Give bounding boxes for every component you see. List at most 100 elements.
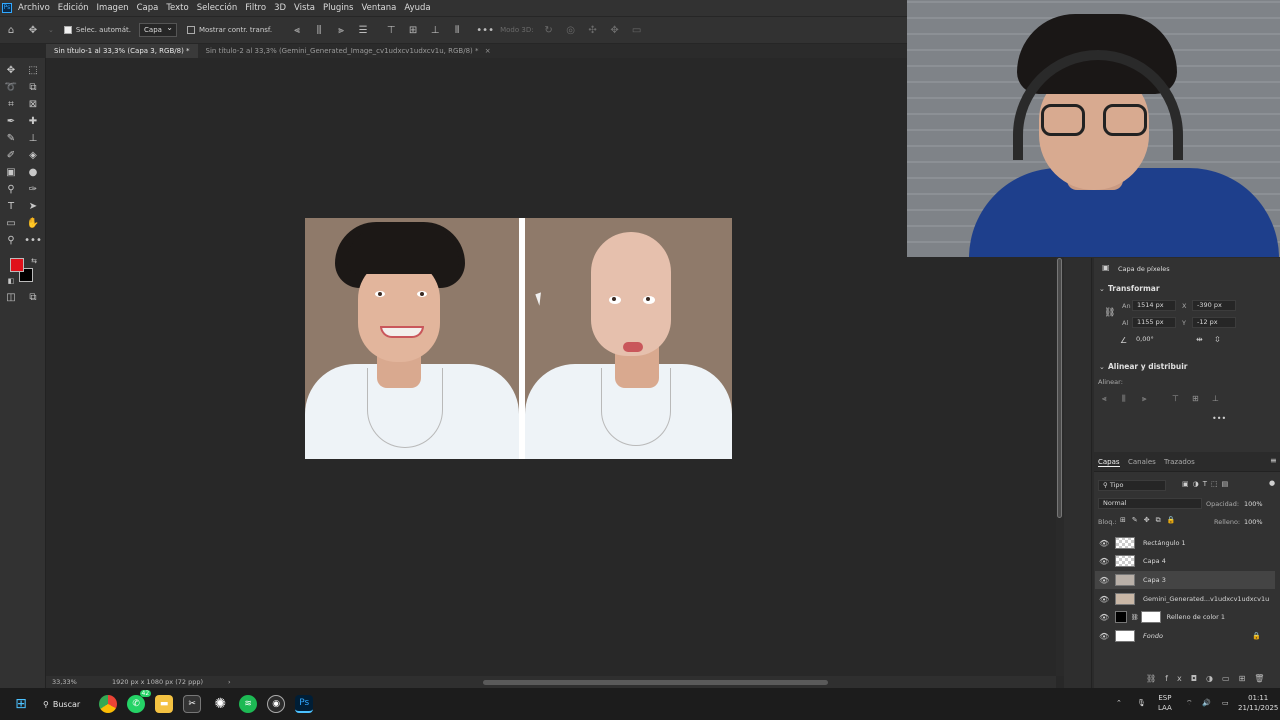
layer-row[interactable]: 👁 Capa 4 (1095, 552, 1275, 570)
brush-tool-icon[interactable]: ✎ (4, 131, 18, 145)
volume-icon[interactable]: 🔊 (1202, 698, 1211, 708)
layer-row[interactable]: 👁 Fondo 🔒 (1095, 627, 1275, 645)
type-tool-icon[interactable]: T (4, 199, 18, 213)
lock-icons[interactable]: ⊞✎✥⧉🔒 (1120, 516, 1181, 525)
flip-vertical-icon[interactable]: ⇳ (1214, 335, 1221, 344)
history-brush-tool-icon[interactable]: ✐ (4, 148, 18, 162)
menu-ventana[interactable]: Ventana (361, 3, 396, 13)
scale-3d-icon[interactable]: ▭ (630, 23, 644, 37)
collapse-chevron-icon[interactable]: ⌄ (1099, 285, 1105, 293)
spotify-icon[interactable]: ≋ (239, 695, 258, 713)
healing-brush-tool-icon[interactable]: ✚ (26, 114, 40, 128)
align-bottom-icon[interactable]: ⊥ (428, 23, 442, 37)
menu-texto[interactable]: Texto (166, 3, 188, 13)
visibility-eye-icon[interactable]: 👁 (1099, 539, 1109, 548)
windows-start-icon[interactable]: ⊞ (12, 695, 30, 713)
menu-3d[interactable]: 3D (274, 3, 286, 13)
clone-stamp-tool-icon[interactable]: ⊥ (26, 131, 40, 145)
tab-document-1[interactable]: Sin título-1 al 33,3% (Capa 3, RGB/8) * (46, 44, 198, 58)
tab-document-2[interactable]: Sin título-2 al 33,3% (Gemini_Generated_… (198, 44, 499, 58)
visibility-eye-icon[interactable]: 👁 (1099, 595, 1109, 604)
chrome-icon[interactable] (99, 695, 118, 713)
menu-vista[interactable]: Vista (294, 3, 315, 13)
close-icon[interactable]: × (485, 47, 491, 55)
move-tool-icon[interactable]: ✥ (4, 63, 18, 77)
menu-edicion[interactable]: Edición (58, 3, 89, 13)
layer-row-selected[interactable]: 👁 Capa 3 (1095, 571, 1275, 589)
pen-tool-icon[interactable]: ✑ (26, 182, 40, 196)
align-left-icon[interactable]: ⫷ (1102, 394, 1107, 404)
menu-filtro[interactable]: Filtro (245, 3, 266, 13)
photoshop-taskbar-icon[interactable]: Ps (295, 695, 314, 713)
orbit-3d-icon[interactable]: ↻ (542, 23, 556, 37)
tab-channels[interactable]: Canales (1128, 458, 1156, 466)
marquee-tool-icon[interactable]: ⬚ (26, 63, 40, 77)
visibility-eye-icon[interactable]: 👁 (1099, 632, 1109, 641)
language-indicator[interactable]: ESP LAA (1158, 693, 1172, 713)
foreground-color-swatch[interactable] (10, 258, 24, 272)
menu-seleccion[interactable]: Selección (197, 3, 238, 13)
menu-plugins[interactable]: Plugins (323, 3, 353, 13)
chrome-alt-icon[interactable]: ◉ (267, 695, 286, 713)
x-field[interactable]: -390 px (1192, 300, 1236, 311)
panel-menu-icon[interactable]: ≡ (1270, 456, 1277, 465)
layer-row[interactable]: 👁 ⛓ Relleno de color 1 (1095, 608, 1275, 626)
visibility-eye-icon[interactable]: 👁 (1099, 557, 1109, 566)
frame-tool-icon[interactable]: ⊠ (26, 97, 40, 111)
eraser-tool-icon[interactable]: ◈ (26, 148, 40, 162)
layer-actions-icons[interactable]: ⛓fx◘◑▭⊞🗑 (1146, 674, 1273, 683)
eyedropper-tool-icon[interactable]: ✒ (4, 114, 18, 128)
taskbar-search[interactable]: ⚲ Buscar (35, 693, 88, 715)
align-right-icon[interactable]: ⫸ (334, 23, 348, 37)
width-field[interactable]: 1514 px (1132, 300, 1176, 311)
opacity-value[interactable]: 100% (1244, 500, 1263, 508)
menu-ayuda[interactable]: Ayuda (404, 3, 430, 13)
pan-3d-icon[interactable]: ✣ (586, 23, 600, 37)
auto-select-checkbox[interactable] (63, 26, 72, 34)
blur-tool-icon[interactable]: ● (26, 165, 40, 179)
menu-archivo[interactable]: Archivo (18, 3, 50, 13)
auto-select-target-dropdown[interactable]: Capa (139, 22, 177, 37)
align-center-h-icon[interactable]: ⫼ (1122, 394, 1126, 404)
layer-filter-dropdown[interactable]: ⚲ Tipo (1098, 480, 1166, 491)
filter-toggle-icon[interactable]: ● (1269, 479, 1275, 487)
align-top-icon[interactable]: ⊤ (1172, 394, 1179, 403)
align-middle-icon[interactable]: ⊞ (1192, 394, 1199, 403)
collapse-chevron-icon[interactable]: ⌄ (1099, 363, 1105, 371)
link-icon[interactable]: ⛓ (1104, 308, 1115, 318)
file-explorer-icon[interactable]: ▬ (155, 695, 174, 713)
visibility-eye-icon[interactable]: 👁 (1099, 613, 1109, 622)
roll-3d-icon[interactable]: ◎ (564, 23, 578, 37)
align-middle-icon[interactable]: ⊞ (406, 23, 420, 37)
align-right-icon[interactable]: ⫸ (1142, 394, 1147, 404)
status-chevron-icon[interactable]: › (228, 676, 231, 688)
align-top-icon[interactable]: ⊤ (384, 23, 398, 37)
battery-icon[interactable]: ▭ (1222, 698, 1229, 708)
microphone-icon[interactable]: 🎙 (1137, 698, 1146, 708)
zoom-level[interactable]: 33,33% (52, 676, 77, 688)
flip-horizontal-icon[interactable]: ⇹ (1196, 335, 1203, 344)
slide-3d-icon[interactable]: ✥ (608, 23, 622, 37)
blend-mode-dropdown[interactable]: Normal (1098, 498, 1202, 509)
layer-row[interactable]: 👁 Gemini_Generated...v1udxcv1udxcv1u (1095, 590, 1275, 608)
filter-icons[interactable]: ▣◑T⬚▤ (1182, 480, 1232, 488)
distribute-vertical-icon[interactable]: ⫴ (450, 23, 464, 37)
dodge-tool-icon[interactable]: ⚲ (4, 182, 18, 196)
menu-imagen[interactable]: Imagen (97, 3, 129, 13)
preset-chevron-icon[interactable]: ⌄ (48, 26, 54, 34)
home-icon[interactable]: ⌂ (4, 23, 18, 37)
angle-field[interactable]: 0,00° (1132, 335, 1166, 346)
document-canvas[interactable] (305, 218, 732, 459)
tab-paths[interactable]: Trazados (1164, 458, 1195, 466)
screen-mode-icon[interactable]: ⧉ (26, 290, 40, 304)
lasso-tool-icon[interactable]: ➰ (4, 80, 18, 94)
tab-layers[interactable]: Capas (1098, 458, 1120, 467)
hand-tool-icon[interactable]: ✋ (26, 216, 40, 230)
default-colors-icon[interactable]: ◧ (4, 274, 18, 288)
object-select-tool-icon[interactable]: ⧉ (26, 80, 40, 94)
swap-colors-icon[interactable]: ⇆ (27, 254, 41, 268)
zoom-tool-icon[interactable]: ⚲ (4, 233, 18, 247)
align-left-icon[interactable]: ⫷ (290, 23, 304, 37)
align-bottom-icon[interactable]: ⊥ (1212, 394, 1219, 403)
y-field[interactable]: -12 px (1192, 317, 1236, 328)
